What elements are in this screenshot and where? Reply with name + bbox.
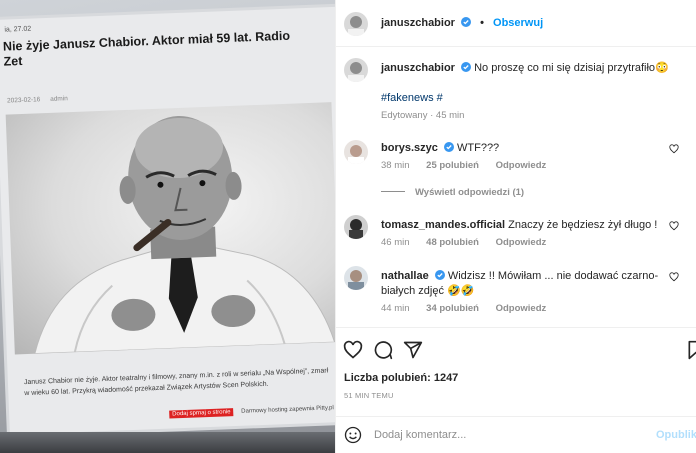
publish-button[interactable]: Opublikuj — [656, 429, 696, 441]
comment-likes[interactable]: 34 polubień — [426, 303, 479, 314]
ad-bar: Dodaj sprnaj o stronie Darmowy hosting z… — [169, 405, 334, 419]
avatar[interactable] — [344, 140, 368, 164]
reply-button[interactable]: Odpowiedz — [496, 237, 547, 248]
avatar[interactable] — [344, 215, 368, 239]
view-replies-button[interactable]: Wyświetl odpowiedzi (1) — [381, 187, 524, 198]
comment-time: 46 min — [381, 237, 410, 248]
verified-badge-icon — [461, 62, 472, 72]
ad-red-label: Dodaj sprnaj o stronie — [169, 408, 234, 419]
comment-time: 44 min — [381, 303, 410, 314]
caption-content: januszchabior No proszę co mi się dzisia… — [381, 61, 689, 76]
caption-hashtags[interactable]: #fakenews # — [381, 91, 689, 106]
follow-button[interactable]: Obserwuj — [493, 17, 543, 29]
comment-username[interactable]: borys.szyc — [381, 142, 438, 154]
ad-text: Darmowy hosting zapewnia Pitty.pl — [241, 405, 334, 415]
article-caption: Janusz Chabior nie żyje. Aktor teatralny… — [23, 367, 329, 398]
screen-date: ia, 27.02 — [4, 25, 32, 34]
divider-line — [381, 191, 405, 192]
share-icon[interactable] — [403, 340, 423, 360]
emoji-icon[interactable] — [344, 426, 362, 444]
caption-edited: Edytowany · 45 min — [381, 110, 465, 121]
comment-icon[interactable] — [373, 340, 393, 360]
comment-likes[interactable]: 48 polubień — [426, 237, 479, 248]
caption-text: No proszę co mi się dzisiaj przytrafiło😳 — [474, 62, 669, 74]
article-date: 2023-02-16 — [6, 96, 41, 105]
bookmark-icon[interactable] — [686, 340, 696, 360]
post-actions: Liczba polubień: 1247 51 MIN TEMU — [336, 327, 696, 429]
comment-time: 38 min — [381, 160, 410, 171]
reply-button[interactable]: Odpowiedz — [496, 303, 547, 314]
view-replies-label: Wyświetl odpowiedzi (1) — [415, 187, 525, 198]
comment-box: Opublikuj — [336, 416, 696, 453]
heart-icon[interactable] — [669, 144, 679, 154]
header-user: januszchabior • Obserwuj — [381, 17, 543, 29]
verified-badge-icon — [461, 17, 472, 27]
avatar[interactable] — [344, 58, 368, 82]
avatar[interactable] — [344, 266, 368, 290]
comment-username[interactable]: nathallae — [381, 270, 429, 282]
comment-content: nathallae Widzisz !! Mówiłam ... nie dod… — [381, 269, 689, 299]
comment-input[interactable] — [374, 429, 614, 441]
header-username[interactable]: januszchabior — [381, 17, 455, 29]
post-photo: ia, 27.02 Nie żyje Janusz Chabior. Aktor… — [0, 0, 335, 453]
comment-username[interactable]: tomasz_mandes.official — [381, 219, 505, 231]
monitor-bezel — [0, 432, 335, 453]
instagram-post-panel: januszchabior • Obserwuj januszchabior N… — [335, 0, 696, 453]
verified-badge-icon — [443, 142, 454, 152]
avatar[interactable] — [344, 12, 368, 36]
reply-button[interactable]: Odpowiedz — [496, 160, 547, 171]
heart-icon[interactable] — [669, 221, 679, 231]
article-portrait-image — [5, 102, 335, 355]
article-author: admin — [50, 95, 68, 103]
post-time-ago: 51 MIN TEMU — [344, 391, 394, 400]
heart-icon[interactable] — [343, 340, 363, 360]
post-header: januszchabior • Obserwuj — [336, 0, 696, 47]
verified-badge-icon — [434, 270, 445, 280]
comment-text: Znaczy że będziesz żył długo ! — [508, 219, 658, 231]
comment-meta: 46 min 48 polubień Odpowiedz — [381, 237, 546, 248]
comment-likes[interactable]: 25 polubień — [426, 160, 479, 171]
separator-dot: • — [480, 17, 484, 29]
article-meta: 2023-02-16 admin — [6, 95, 76, 105]
caption-username[interactable]: januszchabior — [381, 62, 455, 74]
comment-meta: 38 min 25 polubień Odpowiedz — [381, 160, 546, 171]
comment-meta: 44 min 34 polubień Odpowiedz — [381, 303, 546, 314]
likes-count[interactable]: Liczba polubień: 1247 — [344, 372, 458, 384]
heart-icon[interactable] — [669, 272, 679, 282]
monitor-screen: ia, 27.02 Nie żyje Janusz Chabior. Aktor… — [0, 6, 335, 435]
comment-content: tomasz_mandes.official Znaczy że będzies… — [381, 218, 689, 233]
article-headline: Nie żyje Janusz Chabior. Aktor miał 59 l… — [2, 28, 291, 69]
comment-text: WTF??? — [457, 142, 500, 154]
comment-content: borys.szyc WTF??? — [381, 141, 689, 156]
